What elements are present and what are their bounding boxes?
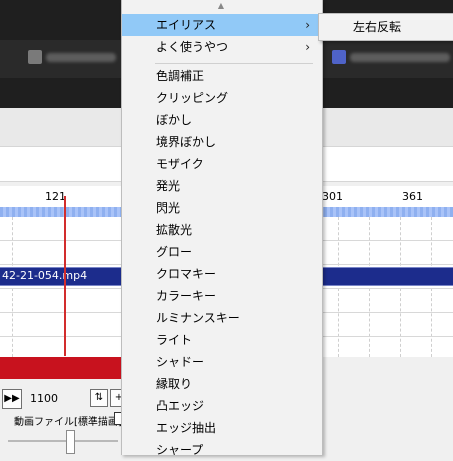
menu-item-label: グロー	[156, 245, 193, 259]
submenu-arrow-icon: ›	[305, 18, 310, 32]
menu-item-sharpen[interactable]: シャープ	[122, 439, 320, 461]
menu-item-favorites[interactable]: よく使うやつ ›	[122, 36, 320, 58]
menu-item-bevel-edge[interactable]: 凸エッジ	[122, 395, 320, 417]
menu-separator	[155, 63, 313, 64]
clip-label: 42-21-054.mp4	[2, 269, 88, 282]
menu-item-label: クリッピング	[156, 91, 229, 105]
menu-item-blur[interactable]: ぼかし	[122, 109, 320, 131]
menu-item-label: ルミナンスキー	[156, 311, 240, 325]
menu-item-mosaic[interactable]: モザイク	[122, 153, 320, 175]
menu-item-glow[interactable]: グロー	[122, 241, 320, 263]
menu-item-label: 境界ぼかし	[156, 135, 217, 149]
menu-item-label: エイリアス	[156, 18, 217, 32]
blurred-thumbnail	[332, 50, 346, 64]
menu-item-flash[interactable]: 閃光	[122, 197, 320, 219]
menu-item-label: 凸エッジ	[156, 399, 205, 413]
menu-item-label: 閃光	[156, 201, 181, 215]
menu-item-glow-emission[interactable]: 発光	[122, 175, 320, 197]
menu-item-edge-extract[interactable]: エッジ抽出	[122, 417, 320, 439]
blurred-text	[350, 53, 450, 62]
alias-submenu: 左右反転	[318, 13, 453, 41]
menu-item-diffuse-light[interactable]: 拡散光	[122, 219, 320, 241]
menu-item-label: エッジ抽出	[156, 421, 217, 435]
menu-item-label: ぼかし	[156, 113, 193, 127]
slider-thumb[interactable]	[66, 430, 75, 454]
menu-item-label: カラーキー	[156, 289, 217, 303]
playhead-cursor[interactable]	[64, 196, 66, 356]
menu-item-label: モザイク	[156, 157, 204, 171]
menu-item-label: ライト	[156, 333, 193, 347]
object-type-label: 動画ファイル[標準描画]	[14, 417, 122, 428]
selected-object-bar[interactable]	[0, 357, 123, 379]
blurred-thumbnail	[28, 50, 42, 64]
swap-icon[interactable]: ⇅	[90, 389, 108, 407]
ruler-label: 361	[402, 190, 423, 203]
menu-item-label: よく使うやつ	[156, 40, 229, 54]
menu-item-alias[interactable]: エイリアス ›	[122, 14, 320, 36]
menu-item-label: シャープ	[156, 443, 204, 457]
ruler-label: 121	[45, 190, 66, 203]
menu-item-color-key[interactable]: カラーキー	[122, 285, 320, 307]
menu-item-shadow[interactable]: シャドー	[122, 351, 320, 373]
menu-item-label: 拡散光	[156, 223, 193, 237]
menu-item-chroma-key[interactable]: クロマキー	[122, 263, 320, 285]
ruler-label: 301	[322, 190, 343, 203]
menu-scroll-up-icon[interactable]: ▲	[122, 0, 320, 14]
menu-item-clipping[interactable]: クリッピング	[122, 87, 320, 109]
menu-item-label: クロマキー	[156, 267, 217, 281]
menu-item-label: 縁取り	[156, 377, 193, 391]
submenu-item-flip-horizontal[interactable]: 左右反転	[353, 18, 401, 35]
menu-item-color-correction[interactable]: 色調補正	[122, 65, 320, 87]
menu-item-label: 色調補正	[156, 69, 205, 83]
frame-number: 1100	[30, 392, 58, 405]
blurred-text	[46, 53, 116, 62]
menu-item-label: シャドー	[156, 355, 205, 369]
menu-item-border[interactable]: 縁取り	[122, 373, 320, 395]
menu-item-border-blur[interactable]: 境界ぼかし	[122, 131, 320, 153]
menu-item-label: 発光	[156, 179, 181, 193]
menu-item-luminance-key[interactable]: ルミナンスキー	[122, 307, 320, 329]
slider-track[interactable]	[8, 440, 118, 442]
submenu-arrow-icon: ›	[305, 40, 310, 54]
fast-forward-button[interactable]: ▶▶	[2, 389, 22, 409]
menu-item-light[interactable]: ライト	[122, 329, 320, 351]
